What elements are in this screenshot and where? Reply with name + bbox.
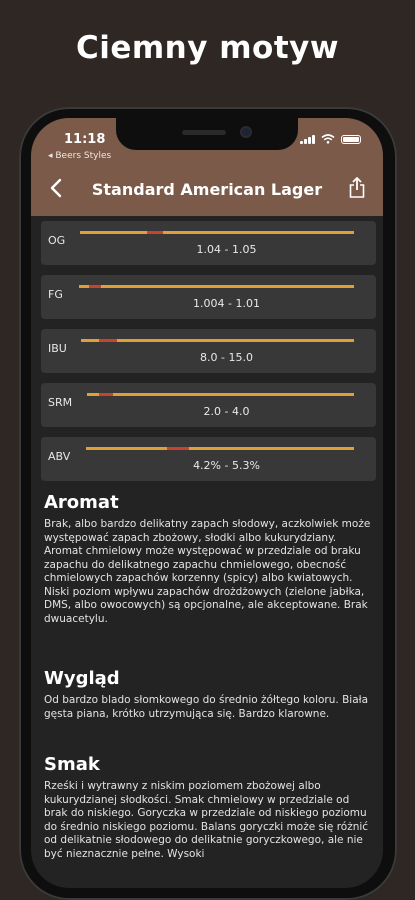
app-screen: 11:18 ◂ Beers Styles Standard American L… — [31, 118, 383, 888]
metric-label: SRM — [48, 396, 73, 409]
metric-range: 1.004 - 1.01 — [193, 297, 260, 310]
range-bar — [86, 447, 354, 450]
metric-range: 2.0 - 4.0 — [203, 405, 250, 418]
section-body-taste: Rześki i wytrawny z niskim poziomem zboż… — [44, 780, 369, 860]
range-marker — [99, 393, 113, 396]
metric-abv: ABV 4.2% - 5.3% — [41, 437, 376, 481]
status-indicators — [300, 134, 361, 144]
section-body-aroma: Brak, albo bardzo delikatny zapach słodo… — [44, 518, 371, 625]
metric-range: 1.04 - 1.05 — [196, 243, 257, 256]
metric-label: IBU — [48, 342, 67, 355]
camera-notch — [116, 118, 298, 150]
metric-range: 8.0 - 15.0 — [200, 351, 253, 364]
metric-label: ABV — [48, 450, 71, 463]
back-to-app-link[interactable]: ◂ Beers Styles — [48, 151, 111, 161]
range-marker — [99, 339, 117, 342]
page-title: Standard American Lager — [91, 180, 323, 199]
section-body-appearance: Od bardzo blado słomkowego do średnio żó… — [44, 694, 369, 720]
signal-icon — [300, 134, 315, 144]
status-time: 11:18 — [64, 132, 106, 147]
range-marker — [147, 231, 163, 234]
section-title-appearance: Wygląd — [44, 668, 120, 689]
range-bar — [80, 231, 354, 234]
section-title-aroma: Aromat — [44, 492, 119, 513]
metric-ibu: IBU 8.0 - 15.0 — [41, 329, 376, 373]
metric-fg: FG 1.004 - 1.01 — [41, 275, 376, 319]
promo-title: Ciemny motyw — [75, 30, 340, 66]
range-marker — [89, 285, 101, 288]
wifi-icon — [321, 134, 335, 144]
battery-icon — [341, 134, 361, 144]
range-bar — [87, 393, 354, 396]
section-title-taste: Smak — [44, 754, 100, 775]
range-bar — [81, 339, 354, 342]
metric-srm: SRM 2.0 - 4.0 — [41, 383, 376, 427]
metric-og: OG 1.04 - 1.05 — [41, 221, 376, 265]
range-marker — [167, 447, 189, 450]
range-bar — [79, 285, 354, 288]
metric-label: OG — [48, 234, 66, 247]
share-icon[interactable] — [347, 176, 367, 200]
metric-range: 4.2% - 5.3% — [193, 459, 260, 472]
metric-label: FG — [48, 288, 63, 301]
